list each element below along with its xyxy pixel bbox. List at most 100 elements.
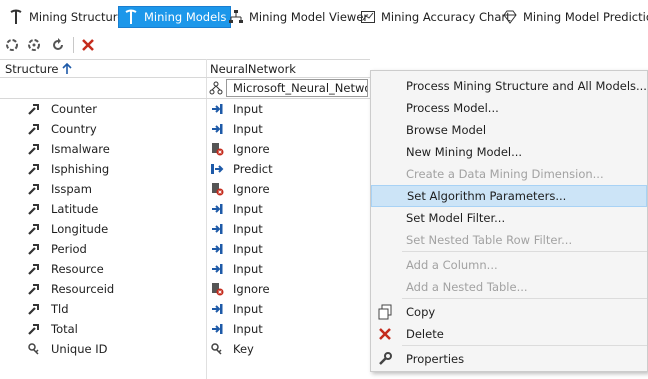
column-name: Isspam: [51, 182, 92, 196]
table-row[interactable]: Counter Input: [0, 99, 370, 119]
usage-value[interactable]: Ignore: [233, 282, 270, 296]
tab-mining-model-viewer[interactable]: Mining Model Viewer: [224, 6, 372, 28]
column-icon: [28, 184, 39, 195]
menu-item-label: Set Model Filter...: [406, 211, 506, 225]
column-name: Total: [51, 322, 78, 336]
diamond-icon: [503, 10, 517, 24]
column-name: Latitude: [51, 202, 99, 216]
table-row[interactable]: Resourceid Ignore: [0, 279, 370, 299]
key-usage-icon: [211, 343, 222, 355]
menu-item-label: Copy: [406, 305, 436, 319]
tree-viewer-icon: [229, 10, 243, 23]
menu-item-label: Create a Data Mining Dimension...: [406, 167, 604, 181]
toolbar-separator: [73, 37, 74, 53]
table-row[interactable]: Tld Input: [0, 299, 370, 319]
column-name: Ismalware: [51, 142, 110, 156]
tab-mining-accuracy-chart[interactable]: Mining Accuracy Chart: [356, 6, 515, 28]
table-row[interactable]: Country Input: [0, 119, 370, 139]
tab-label: Mining Model Prediction: [523, 10, 648, 24]
menu-item-set-algorithm-parameters[interactable]: Set Algorithm Parameters...: [371, 185, 647, 207]
header-divider: [0, 77, 370, 78]
table-row[interactable]: Isspam Ignore: [0, 179, 370, 199]
table-row[interactable]: Ismalware Ignore: [0, 139, 370, 159]
column-icon: [28, 204, 39, 215]
table-row[interactable]: Latitude Input: [0, 199, 370, 219]
usage-value[interactable]: Predict: [233, 162, 273, 176]
tab-label: Mining Models: [144, 10, 227, 24]
menu-item-label: Set Nested Table Row Filter...: [406, 233, 573, 247]
usage-value[interactable]: Ignore: [233, 142, 270, 156]
column-icon: [28, 224, 39, 235]
column-name: Tld: [51, 302, 69, 316]
column-name: Resource: [51, 262, 104, 276]
menu-item-process-model[interactable]: Process Model...: [371, 97, 647, 119]
grid-top-border: [0, 59, 370, 60]
table-row[interactable]: Resource Input: [0, 259, 370, 279]
menu-item-browse-model[interactable]: Browse Model: [371, 119, 647, 141]
input-usage-icon: [212, 224, 223, 234]
menu-item-label: Set Algorithm Parameters...: [407, 189, 567, 203]
table-row[interactable]: Total Input: [0, 319, 370, 339]
menu-item-delete[interactable]: Delete: [371, 323, 647, 345]
structure-column-header[interactable]: Structure: [5, 62, 59, 76]
wrench-icon: [379, 352, 392, 365]
model-column-header[interactable]: NeuralNetwork: [210, 62, 296, 76]
input-usage-icon: [212, 244, 223, 254]
usage-value[interactable]: Input: [233, 322, 263, 336]
usage-value[interactable]: Input: [233, 122, 263, 136]
pickaxe-icon: [125, 9, 137, 24]
input-usage-icon: [212, 264, 223, 274]
menu-item-label: Add a Nested Table...: [406, 280, 528, 294]
menu-item-copy[interactable]: Copy: [371, 301, 647, 323]
column-icon: [28, 144, 39, 155]
toolbar: [0, 33, 648, 57]
usage-value[interactable]: Input: [233, 302, 263, 316]
menu-item-add-a-column: Add a Column...: [371, 254, 647, 276]
refresh-icon[interactable]: [50, 37, 66, 53]
menu-item-process-mining-structure-and-all-models[interactable]: Process Mining Structure and All Models.…: [371, 75, 647, 97]
menu-item-set-model-filter[interactable]: Set Model Filter...: [371, 207, 647, 229]
tab-mining-models[interactable]: Mining Models: [118, 6, 232, 28]
menu-item-label: Delete: [406, 327, 444, 341]
delete-icon[interactable]: [80, 37, 96, 53]
pickaxe-icon: [10, 9, 22, 24]
menu-item-create-a-data-mining-dimension: Create a Data Mining Dimension...: [371, 163, 647, 185]
tab-mining-model-prediction[interactable]: Mining Model Prediction: [498, 6, 648, 28]
usage-value[interactable]: Input: [233, 262, 263, 276]
input-usage-icon: [212, 204, 223, 214]
column-name: Isphishing: [51, 162, 110, 176]
usage-value[interactable]: Key: [233, 342, 254, 356]
menu-item-new-mining-model[interactable]: New Mining Model...: [371, 141, 647, 163]
usage-value[interactable]: Input: [233, 222, 263, 236]
table-row[interactable]: Longitude Input: [0, 219, 370, 239]
predict-usage-icon: [211, 164, 224, 174]
tab-mining-structure[interactable]: Mining Structure: [4, 6, 128, 28]
copy-icon: [378, 304, 392, 320]
designer-tab-bar: Mining Structure Mining Models Mining Mo…: [0, 0, 648, 33]
table-row[interactable]: Period Input: [0, 239, 370, 259]
process-icon[interactable]: [4, 37, 20, 53]
column-name: Resourceid: [51, 282, 115, 296]
menu-item-properties[interactable]: Properties: [371, 348, 647, 370]
menu-separator: [402, 251, 647, 252]
menu-item-add-a-nested-table: Add a Nested Table...: [371, 276, 647, 298]
menu-item-label: Properties: [406, 352, 465, 366]
menu-item-label: Add a Column...: [406, 258, 498, 272]
table-row[interactable]: Unique ID Key: [0, 339, 370, 359]
usage-value[interactable]: Input: [233, 242, 263, 256]
process-all-icon[interactable]: [26, 37, 42, 53]
menu-item-label: New Mining Model...: [406, 145, 523, 159]
sort-ascending-icon[interactable]: [62, 63, 72, 75]
column-icon: [28, 324, 39, 335]
usage-value[interactable]: Ignore: [233, 182, 270, 196]
menu-item-set-nested-table-row-filter: Set Nested Table Row Filter...: [371, 229, 647, 251]
algorithm-icon: [209, 81, 223, 95]
menu-item-label: Browse Model: [406, 123, 487, 137]
table-row[interactable]: Isphishing Predict: [0, 159, 370, 179]
column-icon: [28, 284, 39, 295]
column-icon: [28, 164, 39, 175]
usage-value[interactable]: Input: [233, 202, 263, 216]
algorithm-name-field[interactable]: Microsoft_Neural_Network: [226, 79, 368, 97]
menu-separator: [402, 298, 647, 299]
usage-value[interactable]: Input: [233, 102, 263, 116]
